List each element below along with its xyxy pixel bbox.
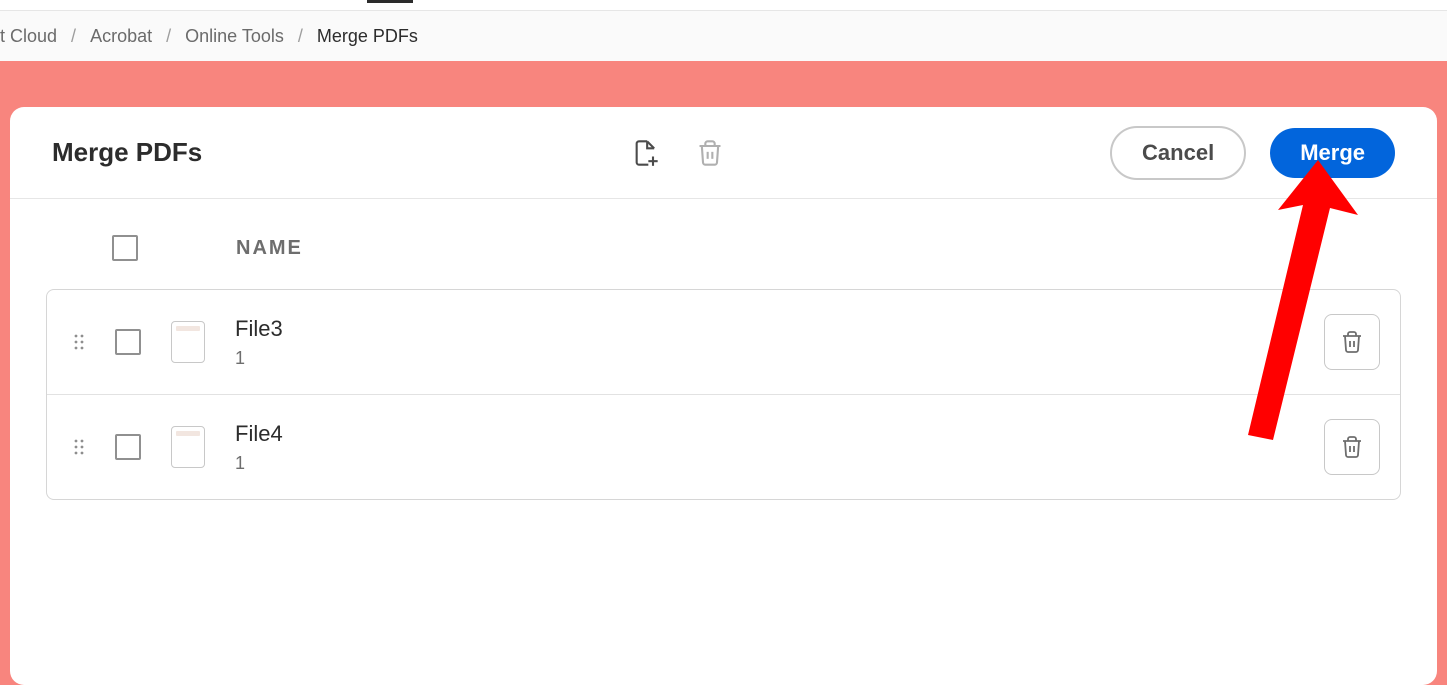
delete-row-button[interactable] — [1324, 419, 1380, 475]
column-header-name: NAME — [236, 237, 303, 260]
active-tab-indicator — [367, 0, 413, 3]
file-info: File4 1 — [235, 421, 1294, 474]
file-list: File3 1 — [46, 289, 1401, 500]
header-actions: Cancel Merge — [1110, 126, 1395, 180]
card-header: Merge PDFs — [10, 107, 1437, 199]
file-page-count: 1 — [235, 453, 1294, 474]
trash-icon — [1340, 435, 1364, 459]
page-background: Merge PDFs — [0, 61, 1447, 685]
delete-row-button[interactable] — [1324, 314, 1380, 370]
breadcrumb-current: Merge PDFs — [317, 26, 418, 47]
row-checkbox[interactable] — [115, 434, 141, 460]
drag-handle-icon[interactable] — [73, 437, 85, 457]
breadcrumb-item-tools[interactable]: Online Tools — [185, 26, 284, 47]
breadcrumb-separator: / — [166, 26, 171, 47]
page-title: Merge PDFs — [52, 137, 202, 168]
merge-button[interactable]: Merge — [1270, 128, 1395, 178]
trash-icon[interactable] — [696, 139, 724, 167]
table-row: File3 1 — [47, 290, 1400, 394]
trash-icon — [1340, 330, 1364, 354]
row-checkbox[interactable] — [115, 329, 141, 355]
select-all-checkbox[interactable] — [112, 235, 138, 261]
table-row: File4 1 — [47, 394, 1400, 499]
file-thumbnail-icon — [171, 321, 205, 363]
file-info: File3 1 — [235, 316, 1294, 369]
file-name: File4 — [235, 421, 1294, 447]
breadcrumb: t Cloud / Acrobat / Online Tools / Merge… — [0, 11, 1447, 61]
file-name: File3 — [235, 316, 1294, 342]
top-bar — [0, 0, 1447, 11]
main-card: Merge PDFs — [10, 107, 1437, 685]
table-header: NAME — [46, 235, 1401, 289]
breadcrumb-separator: / — [298, 26, 303, 47]
breadcrumb-item-cloud[interactable]: t Cloud — [0, 26, 57, 47]
file-page-count: 1 — [235, 348, 1294, 369]
add-file-icon[interactable] — [632, 139, 660, 167]
toolbar — [632, 139, 724, 167]
cancel-button[interactable]: Cancel — [1110, 126, 1246, 180]
breadcrumb-separator: / — [71, 26, 76, 47]
file-thumbnail-icon — [171, 426, 205, 468]
breadcrumb-item-acrobat[interactable]: Acrobat — [90, 26, 152, 47]
card-body: NAME File3 1 — [10, 199, 1437, 500]
drag-handle-icon[interactable] — [73, 332, 85, 352]
